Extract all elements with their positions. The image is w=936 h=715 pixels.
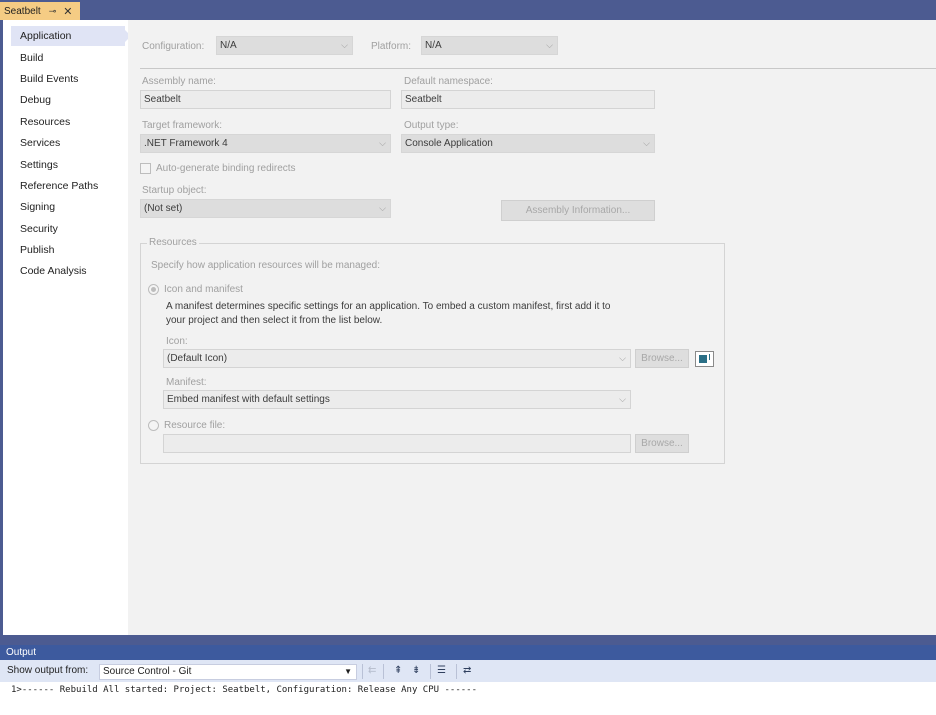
toggle-word-wrap-icon[interactable]: ⇄ [463,665,471,676]
nav-item-resources[interactable]: Resources [11,112,125,132]
nav-item-reference-paths[interactable]: Reference Paths [11,176,125,196]
chevron-down-icon: ⌵ [546,40,553,50]
icon-and-manifest-label: Icon and manifest [164,284,243,295]
application-icon-preview [695,351,714,367]
configuration-value: N/A [220,40,237,51]
resource-file-input[interactable] [163,434,631,453]
output-type-label: Output type: [404,120,459,131]
assembly-information-button[interactable]: Assembly Information... [501,200,655,221]
icon-label: Icon: [166,336,188,347]
platform-select[interactable]: N/A ⌵ [421,36,558,55]
nav-item-services[interactable]: Services [11,133,125,153]
nav-item-signing[interactable]: Signing [11,197,125,217]
toolbar-separator [430,664,431,679]
auto-binding-checkbox[interactable] [140,163,151,174]
icon-select[interactable]: (Default Icon) ⌵ [163,349,631,368]
chevron-down-icon: ⌵ [643,138,650,148]
toolbar-separator [362,664,363,679]
chevron-down-icon: ⌵ [619,353,626,363]
platform-value: N/A [425,40,442,51]
go-to-previous-message-icon[interactable]: ⇞ [394,665,402,676]
icon-and-manifest-radio[interactable] [148,284,159,295]
resource-file-radio[interactable] [148,420,159,431]
close-icon[interactable]: ✕ [63,5,72,18]
divider [140,68,936,69]
go-to-next-message-icon[interactable]: ⇟ [412,665,420,676]
nav-item-debug[interactable]: Debug [11,90,125,110]
chevron-down-icon: ⌵ [341,40,348,50]
configuration-label: Configuration: [142,41,205,52]
chevron-down-icon: ⌵ [379,138,386,148]
nav-item-build-events[interactable]: Build Events [11,69,125,89]
pin-icon[interactable]: ⊸ [49,6,57,17]
nav-item-application[interactable]: Application [11,26,125,46]
find-message-icon[interactable]: ⇇ [368,665,376,676]
chevron-down-icon: ⌵ [379,203,386,213]
assembly-name-input[interactable]: Seatbelt [140,90,391,109]
clear-all-icon[interactable]: ☰ [437,665,446,676]
document-tab-seatbelt[interactable]: Seatbelt ⊸ ✕ [0,2,80,20]
output-source-select[interactable]: Source Control - Git ▼ [99,664,357,680]
show-output-from-label: Show output from: [7,665,89,676]
document-tab-strip: Seatbelt ⊸ ✕ [0,0,936,20]
toolbar-separator [456,664,457,679]
configuration-select[interactable]: N/A ⌵ [216,36,353,55]
resource-file-browse-button[interactable]: Browse... [635,434,689,453]
manifest-label: Manifest: [166,377,207,388]
nav-item-settings[interactable]: Settings [11,155,125,175]
output-toolbar: Show output from: Source Control - Git ▼… [0,660,936,682]
startup-object-value: (Not set) [144,203,183,214]
output-type-select[interactable]: Console Application ⌵ [401,134,655,153]
resource-file-label: Resource file: [164,420,226,431]
dropdown-arrow-icon: ▼ [344,667,352,676]
output-text-area[interactable]: 1>------ Rebuild All started: Project: S… [0,682,936,715]
output-pane-title: Output [0,645,936,660]
resources-group-title: Resources [147,237,199,248]
default-namespace-input[interactable]: Seatbelt [401,90,655,109]
project-properties-nav: Application Build Build Events Debug Res… [0,20,131,635]
nav-item-code-analysis[interactable]: Code Analysis [11,261,125,281]
pane-divider[interactable] [0,635,936,645]
target-framework-value: .NET Framework 4 [144,138,228,149]
startup-object-select[interactable]: (Not set) ⌵ [140,199,391,218]
manifest-description-line1: A manifest determines specific settings … [166,301,611,312]
output-source-value: Source Control - Git [103,666,192,677]
manifest-value: Embed manifest with default settings [167,394,330,405]
nav-item-security[interactable]: Security [11,219,125,239]
tab-title: Seatbelt [4,5,41,17]
nav-item-publish[interactable]: Publish [11,240,125,260]
target-framework-label: Target framework: [142,120,223,131]
icon-value: (Default Icon) [167,353,228,364]
manifest-select[interactable]: Embed manifest with default settings ⌵ [163,390,631,409]
default-namespace-label: Default namespace: [404,76,493,87]
target-framework-select[interactable]: .NET Framework 4 ⌵ [140,134,391,153]
resources-description: Specify how application resources will b… [151,260,381,271]
toolbar-separator [383,664,384,679]
output-line: 1>------ Rebuild All started: Project: S… [11,685,477,695]
platform-label: Platform: [371,41,412,52]
manifest-description-line2: your project and then select it from the… [166,315,383,326]
resources-group: Resources Specify how application resour… [140,237,725,464]
auto-binding-label: Auto-generate binding redirects [156,163,296,174]
application-properties-page: Configuration: N/A ⌵ Platform: N/A ⌵ Ass… [128,20,936,635]
output-type-value: Console Application [405,138,493,149]
assembly-name-label: Assembly name: [142,76,216,87]
startup-object-label: Startup object: [142,185,207,196]
chevron-down-icon: ⌵ [619,394,626,404]
nav-item-build[interactable]: Build [11,48,125,68]
icon-browse-button[interactable]: Browse... [635,349,689,368]
